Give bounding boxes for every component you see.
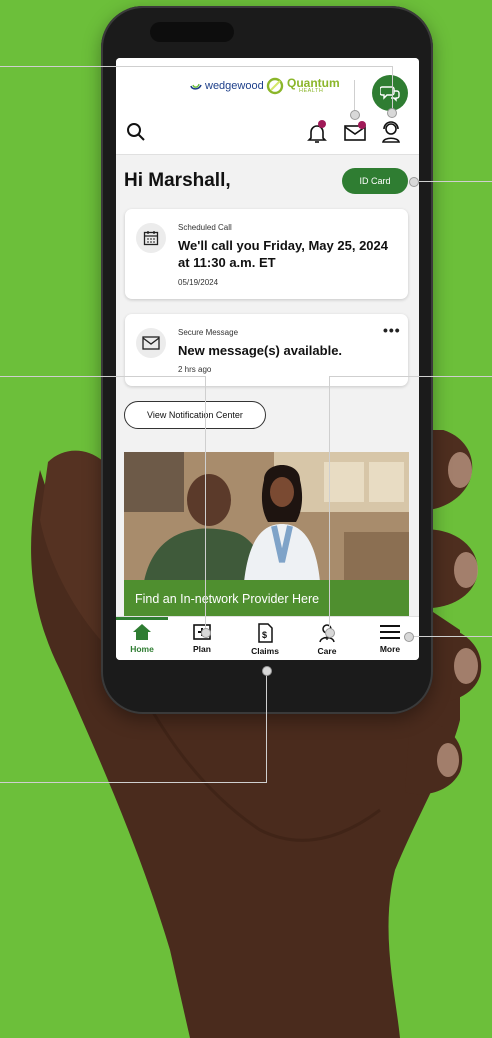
card-time: 2 hrs ago <box>178 365 212 374</box>
messages-button[interactable] <box>344 121 366 147</box>
chat-bubbles-icon <box>380 86 400 102</box>
callout-dot <box>201 628 211 638</box>
find-provider-promo[interactable]: Find an In-network Provider Here <box>124 452 409 618</box>
callout-line <box>329 376 330 634</box>
wedgewood-logo-icon <box>190 83 202 90</box>
notification-dot <box>318 120 326 128</box>
card-title: We'll call you Friday, May 25, 2024 at 1… <box>178 238 388 270</box>
card-title: New message(s) available. <box>178 343 343 358</box>
tab-plan[interactable]: Plan <box>177 623 227 654</box>
chat-button[interactable] <box>372 75 408 111</box>
envelope-icon <box>142 336 160 350</box>
card-icon-wrap <box>136 223 166 253</box>
active-tab-indicator <box>116 617 168 620</box>
callout-dot <box>387 108 397 118</box>
callout-line <box>410 636 492 637</box>
bottom-tab-bar: Home Plan $ Claims Care More <box>116 616 419 660</box>
callout-line <box>392 66 393 112</box>
promo-banner-text: Find an In-network Provider Here <box>124 580 409 618</box>
message-dot <box>358 121 366 129</box>
scheduled-call-card[interactable]: Scheduled Call We'll call you Friday, Ma… <box>125 209 408 299</box>
wedgewood-logo-text: wedgewood <box>205 80 264 92</box>
callout-dot <box>325 628 335 638</box>
id-card-button[interactable]: ID Card <box>342 168 408 194</box>
care-representative-icon[interactable] <box>380 120 402 144</box>
wedgewood-logo: wedgewood <box>190 80 264 92</box>
notifications-button[interactable] <box>307 120 327 149</box>
more-options-button[interactable]: ••• <box>383 322 401 338</box>
callout-line <box>0 782 266 783</box>
callout-line <box>266 672 267 783</box>
callout-dot <box>404 632 414 642</box>
card-label: Secure Message <box>178 328 239 337</box>
tab-label: More <box>379 644 401 654</box>
tab-label: Home <box>130 644 154 654</box>
tab-claims[interactable]: $ Claims <box>240 623 290 656</box>
quantum-health-logo: Quantum HEALTH <box>266 72 344 100</box>
quantum-logo-subtext: HEALTH <box>299 88 324 95</box>
action-icon-bar <box>116 112 419 155</box>
callout-line <box>0 66 392 67</box>
callout-line <box>0 376 205 377</box>
search-icon[interactable] <box>126 122 146 142</box>
menu-icon <box>380 625 400 639</box>
callout-dot <box>350 110 360 120</box>
svg-text:$: $ <box>262 630 267 640</box>
app-screen: wedgewood Quantum HEALTH Hi Marshall, ID… <box>116 58 419 660</box>
card-icon-wrap <box>136 328 166 358</box>
callout-line <box>205 376 206 634</box>
callout-dot <box>262 666 272 676</box>
claims-document-icon: $ <box>258 623 273 643</box>
tab-label: Claims <box>251 646 279 656</box>
card-date: 05/19/2024 <box>178 278 219 287</box>
quantum-logo-icon <box>266 77 284 95</box>
doctor-patient-photo <box>124 452 409 582</box>
tab-label: Plan <box>193 644 211 654</box>
card-label: Scheduled Call <box>178 223 232 232</box>
view-notification-center-button[interactable]: View Notification Center <box>124 401 266 429</box>
home-icon <box>133 624 151 640</box>
calendar-icon <box>143 231 159 246</box>
greeting-heading: Hi Marshall, <box>124 170 231 191</box>
tab-home[interactable]: Home <box>117 623 167 654</box>
tab-label: Care <box>317 646 337 656</box>
callout-line <box>414 181 492 182</box>
callout-line <box>354 80 355 114</box>
phone-notch <box>150 22 234 42</box>
callout-dot <box>409 177 419 187</box>
callout-line <box>329 376 492 377</box>
